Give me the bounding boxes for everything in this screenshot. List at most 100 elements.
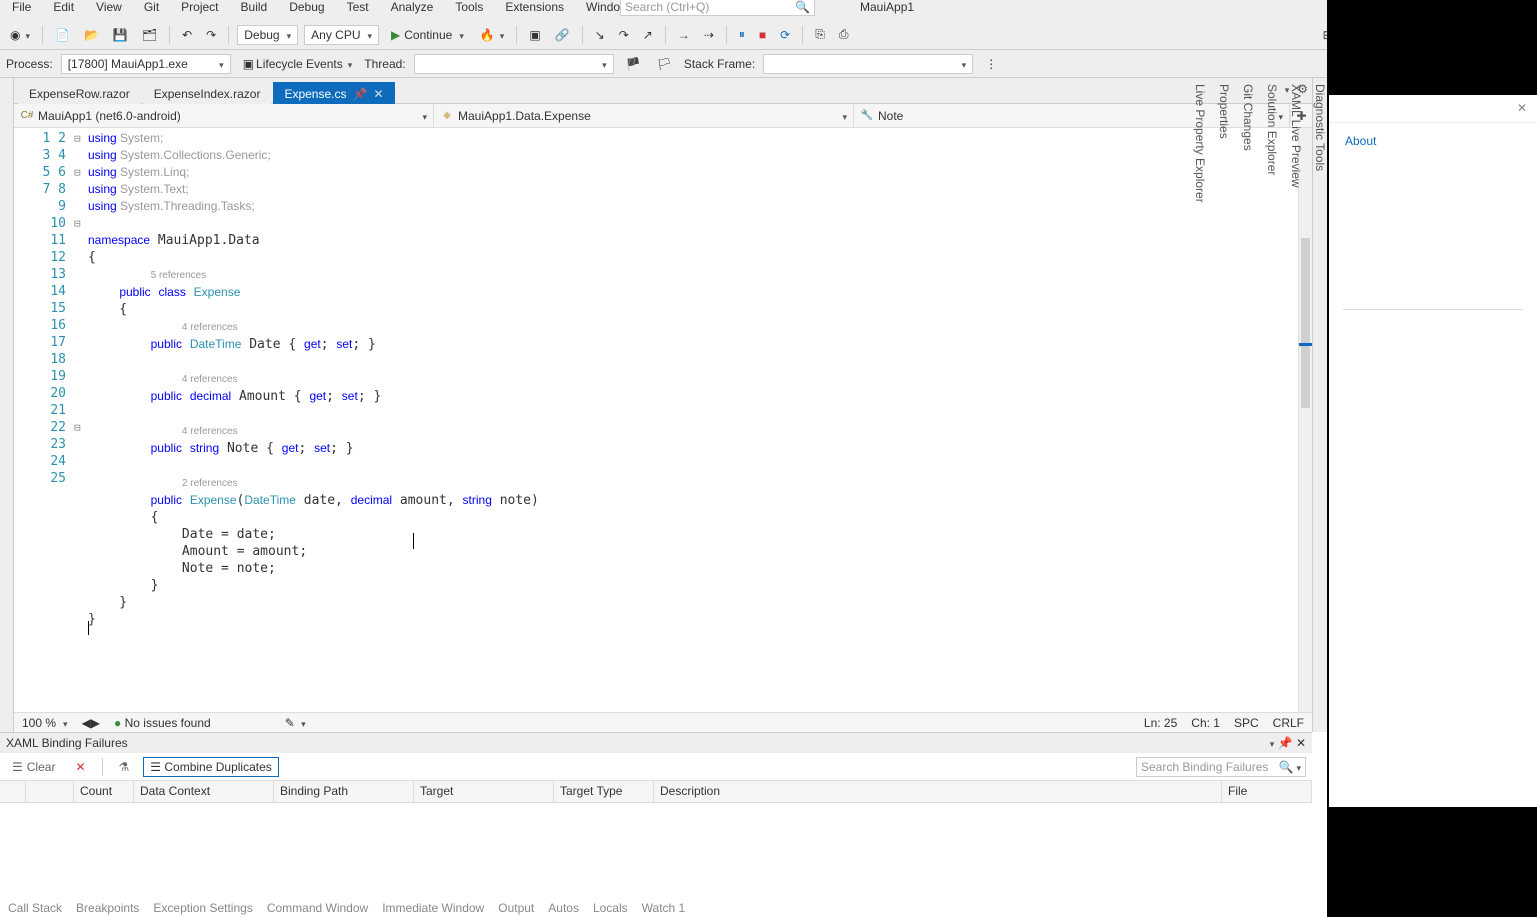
tab-call-stack[interactable]: Call Stack bbox=[8, 901, 62, 917]
mouse-caret bbox=[413, 533, 414, 549]
debug-toolbar: Process: [17800] MauiApp1.exe ▣ Lifecycl… bbox=[0, 50, 1537, 78]
tab-locals[interactable]: Locals bbox=[593, 901, 628, 917]
step-over-button[interactable]: ↷ bbox=[615, 26, 633, 44]
indent-icon[interactable]: ✎ bbox=[285, 716, 306, 730]
panel-pin-icon[interactable]: 📌 bbox=[1278, 736, 1293, 750]
memory-button[interactable]: ⎙ bbox=[835, 25, 853, 44]
quick-search[interactable]: Search (Ctrl+Q) 🔍 bbox=[620, 0, 815, 16]
menu-edit[interactable]: Edit bbox=[49, 0, 78, 14]
save-button[interactable]: 💾 bbox=[109, 26, 132, 44]
rail-solution-explorer[interactable]: Solution Explorer bbox=[1265, 84, 1279, 726]
col-file[interactable]: File bbox=[1222, 781, 1312, 802]
rail-live-property-explorer[interactable]: Live Property Explorer bbox=[1193, 84, 1207, 726]
menu-test[interactable]: Test bbox=[343, 0, 373, 14]
tab-expense-cs[interactable]: Expense.cs📌✕ bbox=[273, 82, 394, 104]
search-placeholder: Search (Ctrl+Q) bbox=[625, 0, 709, 14]
save-all-button[interactable]: 🗂 bbox=[138, 26, 161, 44]
close-tab-icon[interactable]: ✕ bbox=[373, 87, 383, 101]
tab-autos[interactable]: Autos bbox=[548, 901, 579, 917]
col-icon[interactable] bbox=[0, 781, 26, 802]
hot-reload-button[interactable]: 🔥 bbox=[476, 26, 508, 44]
left-tool-well[interactable] bbox=[0, 78, 14, 732]
tab-command-window[interactable]: Command Window bbox=[267, 901, 368, 917]
menu-debug[interactable]: Debug bbox=[285, 0, 328, 14]
code-editor[interactable]: 1 2 3 4 5 6 7 8 9 10 11 12 13 14 15 16 1… bbox=[14, 128, 1312, 712]
tab-breakpoints[interactable]: Breakpoints bbox=[76, 901, 139, 917]
step-out-button[interactable]: ↗ bbox=[639, 26, 657, 44]
rail-git-changes[interactable]: Git Changes bbox=[1241, 84, 1255, 726]
show-threads-button[interactable]: 🏳 bbox=[653, 55, 676, 73]
lifecycle-events-button[interactable]: ▣ Lifecycle Events bbox=[239, 55, 357, 73]
panel-close-icon[interactable]: ✕ bbox=[1296, 736, 1306, 750]
undo-button[interactable]: ↶ bbox=[178, 26, 196, 44]
tab-watch1[interactable]: Watch 1 bbox=[642, 901, 686, 917]
col-data-context[interactable]: Data Context bbox=[134, 781, 274, 802]
pause-button[interactable]: ⏸ bbox=[735, 25, 749, 44]
col-description[interactable]: Description bbox=[654, 781, 1222, 802]
combine-duplicates-button[interactable]: ☰ Combine Duplicates bbox=[143, 757, 278, 777]
show-next-statement[interactable]: → bbox=[674, 26, 694, 44]
delete-button[interactable]: ✕ bbox=[69, 758, 91, 776]
apply-changes-button[interactable]: ⎘ bbox=[811, 25, 829, 44]
col-target-type[interactable]: Target Type bbox=[554, 781, 654, 802]
line-indicator[interactable]: Ln: 25 bbox=[1144, 716, 1177, 730]
tab-immediate-window[interactable]: Immediate Window bbox=[382, 901, 484, 917]
nav-class-dropdown[interactable]: ◆MauiApp1.Data.Expense bbox=[434, 104, 854, 127]
binding-search[interactable]: Search Binding Failures 🔍 bbox=[1136, 757, 1306, 777]
rail-diagnostic-tools[interactable]: Diagnostic Tools bbox=[1313, 84, 1327, 726]
code-content[interactable]: using System; using System.Collections.G… bbox=[88, 128, 1298, 712]
stop-button[interactable]: ■ bbox=[755, 26, 770, 44]
step-button[interactable]: ⇢ bbox=[700, 26, 718, 44]
fold-gutter[interactable]: ⊟ ⊟ ⊟ ⊟ bbox=[74, 128, 88, 712]
tab-about[interactable]: About bbox=[1345, 134, 1376, 148]
tab-output[interactable]: Output bbox=[498, 901, 534, 917]
toolbar-overflow[interactable]: ⋮ bbox=[981, 55, 1001, 73]
continue-button[interactable]: ▶Continue bbox=[385, 26, 470, 44]
tab-expenserow[interactable]: ExpenseRow.razor bbox=[18, 82, 141, 104]
config-dropdown[interactable]: Debug bbox=[237, 25, 298, 45]
menu-view[interactable]: View bbox=[92, 0, 126, 14]
menu-git[interactable]: Git bbox=[140, 0, 163, 14]
zoom-dropdown[interactable]: 100 % bbox=[22, 716, 68, 730]
line-numbers: 1 2 3 4 5 6 7 8 9 10 11 12 13 14 15 16 1… bbox=[36, 128, 74, 712]
filter-button[interactable]: ⚗ bbox=[113, 758, 136, 776]
new-file-button[interactable]: 📄 bbox=[51, 26, 74, 44]
text-cursor bbox=[88, 621, 89, 635]
platform-dropdown[interactable]: Any CPU bbox=[304, 25, 379, 45]
col-count[interactable]: Count bbox=[74, 781, 134, 802]
col-severity[interactable] bbox=[26, 781, 74, 802]
nav-back-button[interactable]: ◉ bbox=[6, 26, 34, 44]
menu-project[interactable]: Project bbox=[177, 0, 222, 14]
secondary-close-icon[interactable]: ✕ bbox=[1517, 101, 1527, 115]
pin-icon[interactable]: 📌 bbox=[353, 87, 368, 101]
browser-link-button[interactable]: 🔗 bbox=[551, 26, 574, 44]
bottom-panel-titlebar[interactable]: XAML Binding Failures 📌 ✕ bbox=[0, 733, 1312, 753]
secondary-window: ✕ About bbox=[1327, 0, 1537, 917]
menu-tools[interactable]: Tools bbox=[451, 0, 487, 14]
rail-properties[interactable]: Properties bbox=[1217, 84, 1231, 726]
panel-dropdown-icon[interactable] bbox=[1267, 736, 1275, 750]
menu-build[interactable]: Build bbox=[237, 0, 272, 14]
open-button[interactable]: 📂 bbox=[80, 26, 103, 44]
error-nav-icon[interactable]: ◀▶ bbox=[82, 716, 100, 730]
menu-extensions[interactable]: Extensions bbox=[501, 0, 568, 14]
flag-thread-button[interactable]: 🏴 bbox=[622, 55, 645, 73]
stop-debug-button[interactable]: ▣ bbox=[525, 26, 544, 44]
col-binding-path[interactable]: Binding Path bbox=[274, 781, 414, 802]
redo-button[interactable]: ↷ bbox=[202, 26, 220, 44]
clear-button[interactable]: ☰ Clear bbox=[6, 758, 61, 776]
nav-project-dropdown[interactable]: C#MauiApp1 (net6.0-android) bbox=[14, 104, 434, 127]
menu-file[interactable]: File bbox=[8, 0, 35, 14]
stackframe-dropdown[interactable] bbox=[763, 54, 973, 74]
restart-button[interactable]: ⟳ bbox=[776, 26, 794, 44]
col-target[interactable]: Target bbox=[414, 781, 554, 802]
rail-xaml-live-preview[interactable]: XAML Live Preview bbox=[1289, 84, 1303, 726]
breakpoint-gutter[interactable] bbox=[14, 128, 36, 712]
menu-analyze[interactable]: Analyze bbox=[387, 0, 438, 14]
secondary-window-tabbar: ✕ bbox=[1329, 95, 1537, 123]
tab-expenseindex[interactable]: ExpenseIndex.razor bbox=[143, 82, 272, 104]
step-into-button[interactable]: ↘ bbox=[591, 26, 609, 44]
thread-dropdown[interactable] bbox=[414, 54, 614, 74]
tab-exception-settings[interactable]: Exception Settings bbox=[153, 901, 252, 917]
process-dropdown[interactable]: [17800] MauiApp1.exe bbox=[61, 54, 231, 74]
